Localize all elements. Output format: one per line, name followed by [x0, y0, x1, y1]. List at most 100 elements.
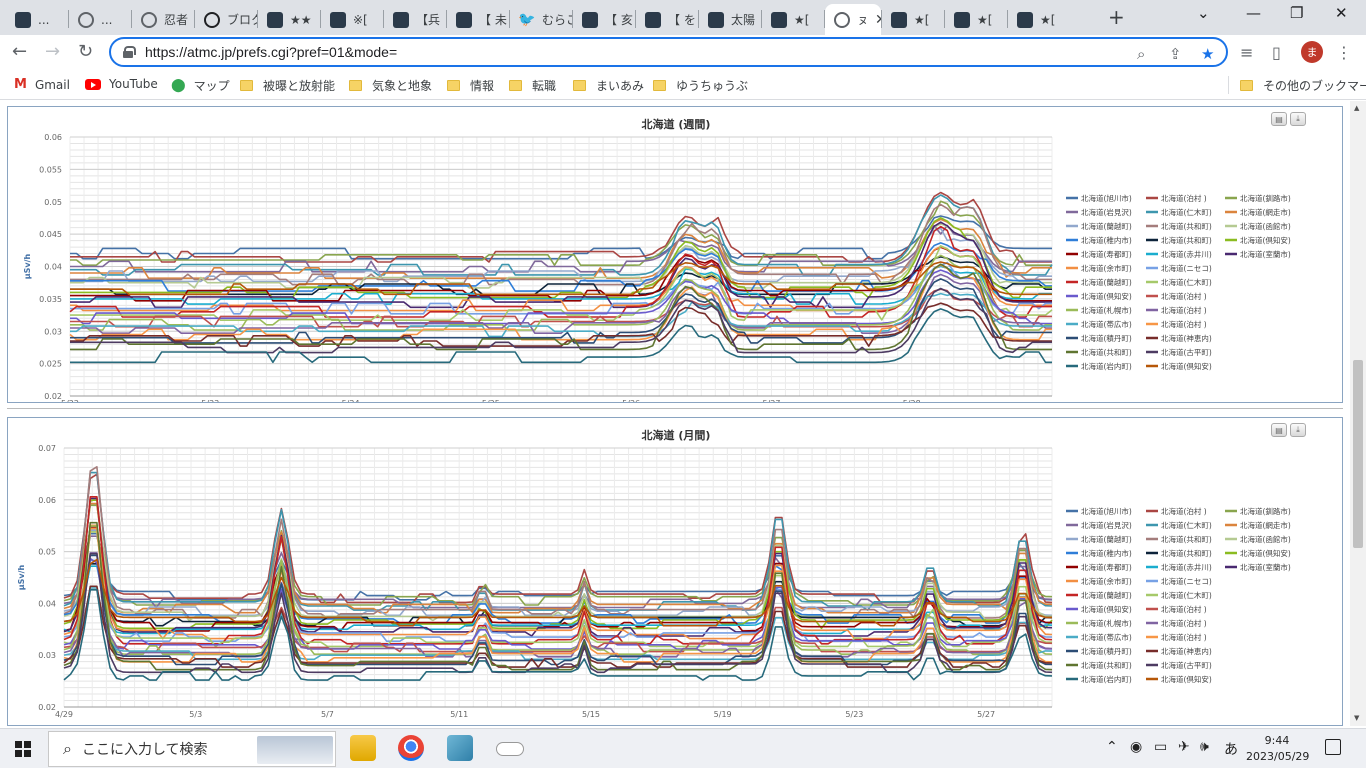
legend-label[interactable]: 北海道(泊村 ) [1161, 193, 1207, 203]
legend-label[interactable]: 北海道(余市町) [1081, 576, 1132, 586]
tab[interactable]: ★[ [882, 4, 944, 35]
legend-label[interactable]: 北海道(釧路市) [1240, 193, 1291, 203]
legend-label[interactable]: 北海道(神恵内) [1161, 646, 1212, 656]
legend-label[interactable]: 北海道(泊村 ) [1161, 291, 1207, 301]
legend-label[interactable]: 北海道(共和町) [1081, 347, 1132, 357]
legend-label[interactable]: 北海道(共和町) [1161, 534, 1212, 544]
legend-label[interactable]: 北海道(蘭越町) [1081, 277, 1132, 287]
bookmark-item[interactable]: 気象と地象 [349, 77, 432, 94]
legend-label[interactable]: 北海道(蘭越町) [1081, 534, 1132, 544]
bookmark-item[interactable]: YouTube [85, 77, 158, 91]
tab[interactable]: ★[ [762, 4, 824, 35]
legend-label[interactable]: 北海道(仁木町) [1161, 520, 1212, 530]
legend-label[interactable]: 北海道(泊村 ) [1161, 632, 1207, 642]
legend-label[interactable]: 北海道(倶知安) [1240, 235, 1291, 245]
notification-icon[interactable] [1325, 739, 1341, 755]
legend-label[interactable]: 北海道(札幌市) [1081, 618, 1132, 628]
legend-label[interactable]: 北海道(仁木町) [1161, 207, 1212, 217]
legend-label[interactable]: 北海道(倶知安) [1161, 361, 1212, 371]
legend-label[interactable]: 北海道(古平町) [1161, 660, 1212, 670]
legend-label[interactable]: 北海道(泊村 ) [1161, 305, 1207, 315]
legend-label[interactable]: 北海道(仁木町) [1161, 277, 1212, 287]
legend-label[interactable]: 北海道(共和町) [1161, 548, 1212, 558]
bookmark-star-icon[interactable]: ★ [1201, 45, 1214, 63]
legend-label[interactable]: 北海道(ニセコ) [1161, 576, 1212, 586]
tab[interactable]: ㇴ ✕ [825, 4, 881, 35]
legend-label[interactable]: 北海道(蘭越町) [1081, 590, 1132, 600]
taskbar-search[interactable]: ⌕ ここに入力して検索 [48, 731, 336, 767]
airplane-icon[interactable] [496, 742, 524, 756]
back-icon[interactable]: ← [12, 41, 27, 62]
legend-label[interactable]: 北海道(古平町) [1161, 347, 1212, 357]
tab[interactable]: ★★ [258, 4, 320, 35]
legend-label[interactable]: 北海道(共和町) [1161, 221, 1212, 231]
legend-label[interactable]: 北海道(岩内町) [1081, 674, 1132, 684]
legend-label[interactable]: 北海道(帯広市) [1081, 632, 1132, 642]
legend-label[interactable]: 北海道(室蘭市) [1240, 249, 1291, 259]
bookmark-item[interactable]: ⬤ マップ [171, 77, 230, 94]
page-scrollbar[interactable]: ▲ ▼ [1350, 101, 1366, 726]
legend-label[interactable]: 北海道(仁木町) [1161, 590, 1212, 600]
legend-label[interactable]: 北海道(札幌市) [1081, 305, 1132, 315]
bookmark-item[interactable]: まいあみ [573, 77, 644, 94]
windows-start-icon[interactable] [15, 741, 31, 757]
tab[interactable]: ブロク [195, 4, 257, 35]
maximize-icon[interactable]: ❐ [1290, 4, 1303, 22]
file-explorer-icon[interactable] [350, 735, 376, 761]
legend-label[interactable]: 北海道(室蘭市) [1240, 562, 1291, 572]
legend-label[interactable]: 北海道(岩見沢) [1081, 520, 1132, 530]
tab[interactable]: ※[ [321, 4, 383, 35]
bookmark-item[interactable]: M Gmail [14, 77, 70, 92]
legend-label[interactable]: 北海道(積丹町) [1081, 646, 1132, 656]
network-icon[interactable]: ✈ [1178, 739, 1190, 755]
legend-label[interactable]: 北海道(倶知安) [1240, 548, 1291, 558]
profile-avatar[interactable]: ま [1301, 41, 1323, 63]
zoom-icon[interactable]: ⌕ [1137, 45, 1145, 63]
close-window-icon[interactable]: ✕ [1335, 4, 1348, 22]
legend-label[interactable]: 北海道(ニセコ) [1161, 263, 1212, 273]
legend-label[interactable]: 北海道(余市町) [1081, 263, 1132, 273]
legend-label[interactable]: 北海道(共和町) [1081, 660, 1132, 670]
legend-label[interactable]: 北海道(稚内市) [1081, 235, 1132, 245]
legend-label[interactable]: 北海道(旭川市) [1081, 193, 1132, 203]
legend-label[interactable]: 北海道(帯広市) [1081, 319, 1132, 329]
legend-label[interactable]: 北海道(赤井川) [1161, 562, 1212, 572]
tab[interactable]: ★[ [945, 4, 1007, 35]
reading-list-icon[interactable]: ≡ [1240, 43, 1253, 62]
scroll-thumb[interactable] [1353, 360, 1363, 548]
menu-icon[interactable]: ⋮ [1336, 43, 1352, 62]
forward-icon[interactable]: → [45, 41, 60, 62]
chrome-icon[interactable] [398, 735, 424, 761]
legend-label[interactable]: 北海道(赤井川) [1161, 249, 1212, 259]
chevron-up-icon[interactable]: ⌃ [1106, 739, 1118, 755]
legend-label[interactable]: 北海道(網走市) [1240, 207, 1291, 217]
legend-label[interactable]: 北海道(泊村 ) [1161, 319, 1207, 329]
tab[interactable]: 【 を [636, 4, 698, 35]
lock-icon[interactable] [123, 46, 136, 58]
chevron-down-icon[interactable]: ⌄ [1197, 4, 1210, 22]
new-tab-icon[interactable]: + [1108, 5, 1125, 29]
legend-label[interactable]: 北海道(網走市) [1240, 520, 1291, 530]
side-panel-icon[interactable]: ▯ [1272, 43, 1281, 62]
reload-icon[interactable]: ↻ [78, 41, 93, 62]
legend-label[interactable]: 北海道(岩見沢) [1081, 207, 1132, 217]
tab[interactable]: 忍者 [132, 4, 194, 35]
scroll-up-icon[interactable]: ▲ [1354, 104, 1359, 112]
legend-label[interactable]: 北海道(共和町) [1161, 235, 1212, 245]
legend-label[interactable]: 北海道(函館市) [1240, 221, 1291, 231]
tab[interactable]: ... [6, 4, 68, 35]
legend-label[interactable]: 北海道(釧路市) [1240, 506, 1291, 516]
share-icon[interactable]: ⇪ [1169, 45, 1182, 63]
legend-label[interactable]: 北海道(旭川市) [1081, 506, 1132, 516]
tab[interactable]: 太陽 [699, 4, 761, 35]
bookmark-item[interactable]: 被曝と放射能 [240, 77, 335, 94]
battery-icon[interactable]: ▭ [1154, 739, 1167, 755]
legend-label[interactable]: 北海道(積丹町) [1081, 333, 1132, 343]
legend-label[interactable]: 北海道(稚内市) [1081, 548, 1132, 558]
camera-icon[interactable]: ◉ [1130, 739, 1142, 755]
bookmark-item[interactable]: 情報 [447, 77, 494, 94]
url-text[interactable]: https://atmc.jp/prefs.cgi?pref=01&mode= [145, 44, 397, 60]
tab[interactable]: 【 亥 [573, 4, 635, 35]
volume-icon[interactable]: 🕪 [1200, 739, 1209, 755]
clock[interactable]: 9:44 2023/05/29 [1246, 733, 1309, 765]
